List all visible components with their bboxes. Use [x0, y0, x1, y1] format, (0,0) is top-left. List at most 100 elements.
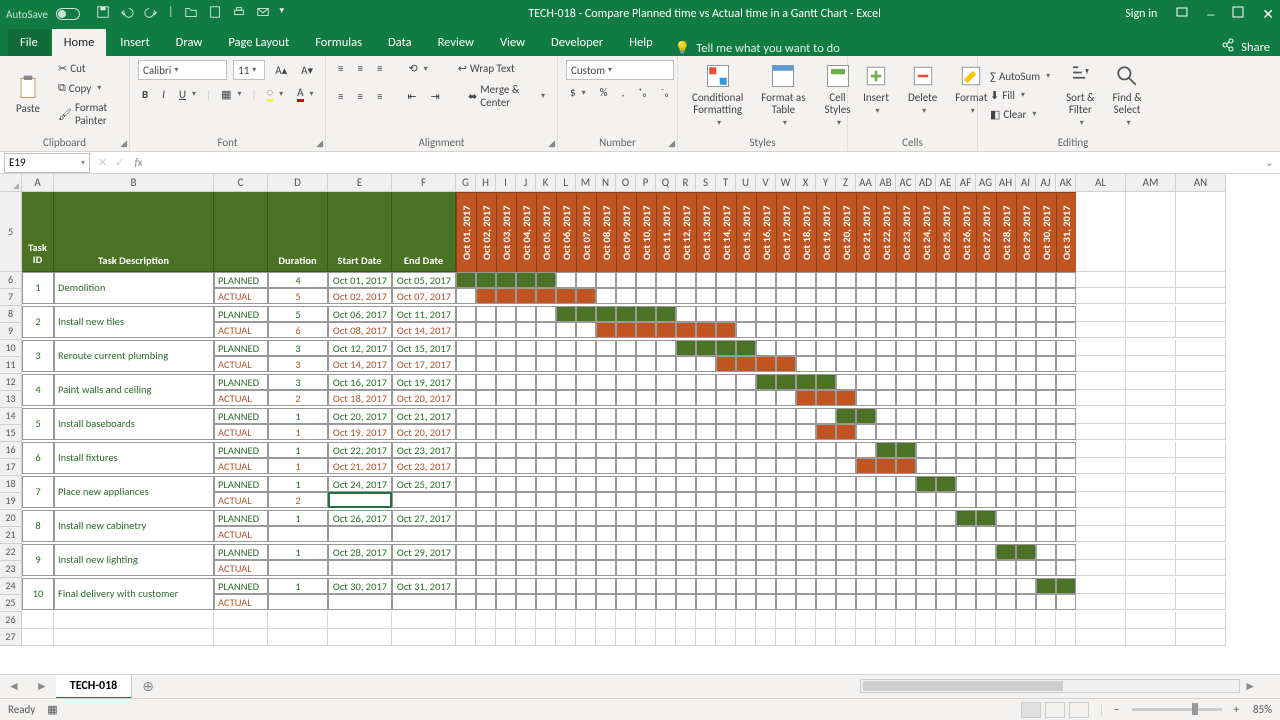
gantt-cell[interactable]	[456, 476, 476, 492]
cell[interactable]	[1076, 356, 1126, 372]
increase-decimal-icon[interactable]: ⁺₀	[634, 84, 650, 101]
row-head[interactable]: 11	[0, 357, 22, 374]
tab-formulas[interactable]: Formulas	[303, 29, 374, 56]
sheet-nav-prev-icon[interactable]: ◄	[0, 679, 28, 694]
cell[interactable]	[1076, 288, 1126, 304]
gantt-cell[interactable]	[456, 306, 476, 322]
cell-rowtype[interactable]: PLANNED	[214, 544, 268, 560]
col-head[interactable]: B	[54, 174, 214, 192]
col-head[interactable]: D	[268, 174, 328, 192]
cell[interactable]	[1126, 356, 1176, 372]
gantt-cell[interactable]	[576, 560, 596, 576]
cell[interactable]	[716, 629, 736, 646]
gantt-cell[interactable]	[896, 288, 916, 304]
cell[interactable]	[268, 629, 328, 646]
gantt-cell[interactable]	[716, 272, 736, 288]
cell[interactable]	[916, 612, 936, 629]
sheet-nav-next-icon[interactable]: ►	[28, 679, 56, 694]
gantt-cell[interactable]	[656, 408, 676, 424]
tab-developer[interactable]: Developer	[539, 29, 615, 56]
cell[interactable]	[576, 629, 596, 646]
gantt-cell[interactable]	[616, 578, 636, 594]
gantt-cell[interactable]	[736, 374, 756, 390]
gantt-cell[interactable]	[616, 560, 636, 576]
cell-duration[interactable]: 1	[268, 424, 328, 440]
gantt-cell[interactable]	[596, 340, 616, 356]
gantt-cell[interactable]	[1036, 458, 1056, 474]
gantt-cell[interactable]	[736, 594, 756, 610]
gantt-cell[interactable]	[996, 492, 1016, 508]
gantt-cell[interactable]	[816, 356, 836, 372]
cell[interactable]	[1176, 526, 1226, 542]
gantt-cell[interactable]	[616, 374, 636, 390]
gantt-cell[interactable]	[516, 356, 536, 372]
cell-enddate[interactable]	[392, 594, 456, 610]
gantt-cell[interactable]	[596, 272, 616, 288]
gantt-cell[interactable]	[676, 578, 696, 594]
gantt-cell[interactable]	[776, 340, 796, 356]
gantt-cell[interactable]	[896, 594, 916, 610]
tab-file[interactable]: File	[8, 29, 50, 56]
gantt-cell[interactable]	[936, 458, 956, 474]
cell[interactable]	[1126, 526, 1176, 542]
gantt-cell[interactable]	[656, 578, 676, 594]
gantt-cell[interactable]	[1016, 322, 1036, 338]
gantt-cell[interactable]	[1016, 340, 1036, 356]
gantt-cell[interactable]	[1016, 306, 1036, 322]
cell[interactable]	[736, 612, 756, 629]
gantt-cell[interactable]	[636, 510, 656, 526]
cell[interactable]	[876, 629, 896, 646]
gantt-cell[interactable]	[876, 306, 896, 322]
gantt-cell[interactable]	[636, 594, 656, 610]
cell[interactable]	[1126, 510, 1176, 526]
gantt-cell[interactable]	[676, 408, 696, 424]
gantt-cell[interactable]	[776, 288, 796, 304]
cell[interactable]	[496, 612, 516, 629]
cell[interactable]	[1176, 578, 1226, 594]
gantt-cell[interactable]	[656, 340, 676, 356]
gantt-cell[interactable]	[636, 476, 656, 492]
col-head[interactable]: O	[616, 174, 636, 192]
italic-button[interactable]: I	[158, 86, 169, 103]
zoom-in-icon[interactable]: +	[1234, 703, 1239, 716]
new-sheet-icon[interactable]: ⊕	[132, 678, 164, 695]
cell-rowtype[interactable]: ACTUAL	[214, 322, 268, 338]
gantt-cell[interactable]	[696, 492, 716, 508]
gantt-cell[interactable]	[736, 322, 756, 338]
cell[interactable]	[1076, 476, 1126, 492]
col-head[interactable]: P	[636, 174, 656, 192]
cell-rowtype[interactable]: PLANNED	[214, 408, 268, 424]
signin-link[interactable]: Sign in	[1125, 7, 1157, 21]
gantt-cell[interactable]	[616, 340, 636, 356]
gantt-cell[interactable]	[516, 340, 536, 356]
gantt-cell[interactable]	[776, 492, 796, 508]
gantt-cell[interactable]	[916, 458, 936, 474]
cell[interactable]	[1176, 192, 1226, 272]
gantt-cell[interactable]	[896, 424, 916, 440]
gantt-cell[interactable]	[476, 424, 496, 440]
gantt-cell[interactable]	[756, 322, 776, 338]
col-head[interactable]: AI	[1016, 174, 1036, 192]
gantt-cell[interactable]	[916, 288, 936, 304]
cell-taskdesc[interactable]: Install fixtures	[54, 442, 214, 474]
cell-startdate[interactable]	[328, 492, 392, 508]
gantt-cell[interactable]	[716, 578, 736, 594]
gantt-cell[interactable]	[996, 340, 1016, 356]
merge-center-button[interactable]: ⬌Merge & Center	[464, 81, 549, 111]
cell[interactable]	[596, 629, 616, 646]
gantt-cell[interactable]	[976, 544, 996, 560]
cell[interactable]	[1176, 374, 1226, 390]
tell-me[interactable]: 💡 Tell me what you want to do	[675, 41, 840, 56]
gantt-cell[interactable]	[976, 356, 996, 372]
cell-rowtype[interactable]: ACTUAL	[214, 356, 268, 372]
gantt-cell[interactable]	[656, 526, 676, 542]
gantt-cell[interactable]	[916, 544, 936, 560]
cell-rowtype[interactable]: PLANNED	[214, 442, 268, 458]
cell[interactable]	[1126, 458, 1176, 474]
zoom-slider[interactable]	[1132, 708, 1222, 711]
cell-taskid[interactable]: 2	[22, 306, 54, 338]
cell[interactable]	[1176, 408, 1226, 424]
gantt-cell[interactable]	[676, 340, 696, 356]
gantt-cell[interactable]	[736, 526, 756, 542]
gantt-cell[interactable]	[636, 306, 656, 322]
